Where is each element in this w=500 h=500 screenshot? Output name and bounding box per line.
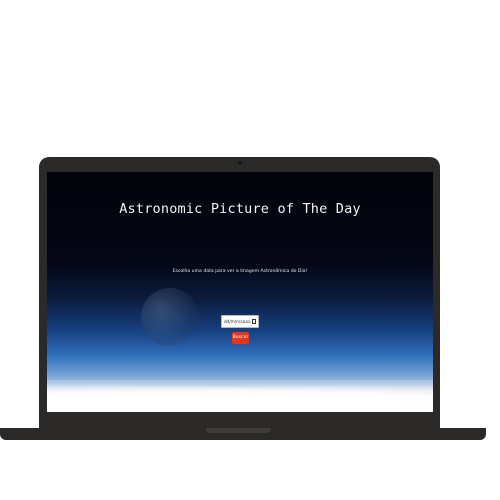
date-input-value: dd/mm/aaaa — [224, 319, 251, 324]
calendar-icon[interactable] — [252, 319, 256, 324]
screen: Astronomic Picture of The Day Escolha um… — [47, 172, 433, 412]
clouds-image — [47, 380, 433, 412]
search-button[interactable]: Buscar — [232, 332, 249, 344]
stage: Astronomic Picture of The Day Escolha um… — [0, 0, 500, 500]
laptop-base — [0, 428, 486, 440]
moon-image — [141, 288, 199, 346]
date-input[interactable]: dd/mm/aaaa — [221, 315, 259, 328]
trackpad-notch — [206, 428, 271, 433]
instruction-text: Escolha uma data para ver a Imagem Astro… — [172, 269, 308, 274]
camera-icon — [237, 161, 242, 165]
page-title: Astronomic Picture of The Day — [119, 201, 361, 217]
